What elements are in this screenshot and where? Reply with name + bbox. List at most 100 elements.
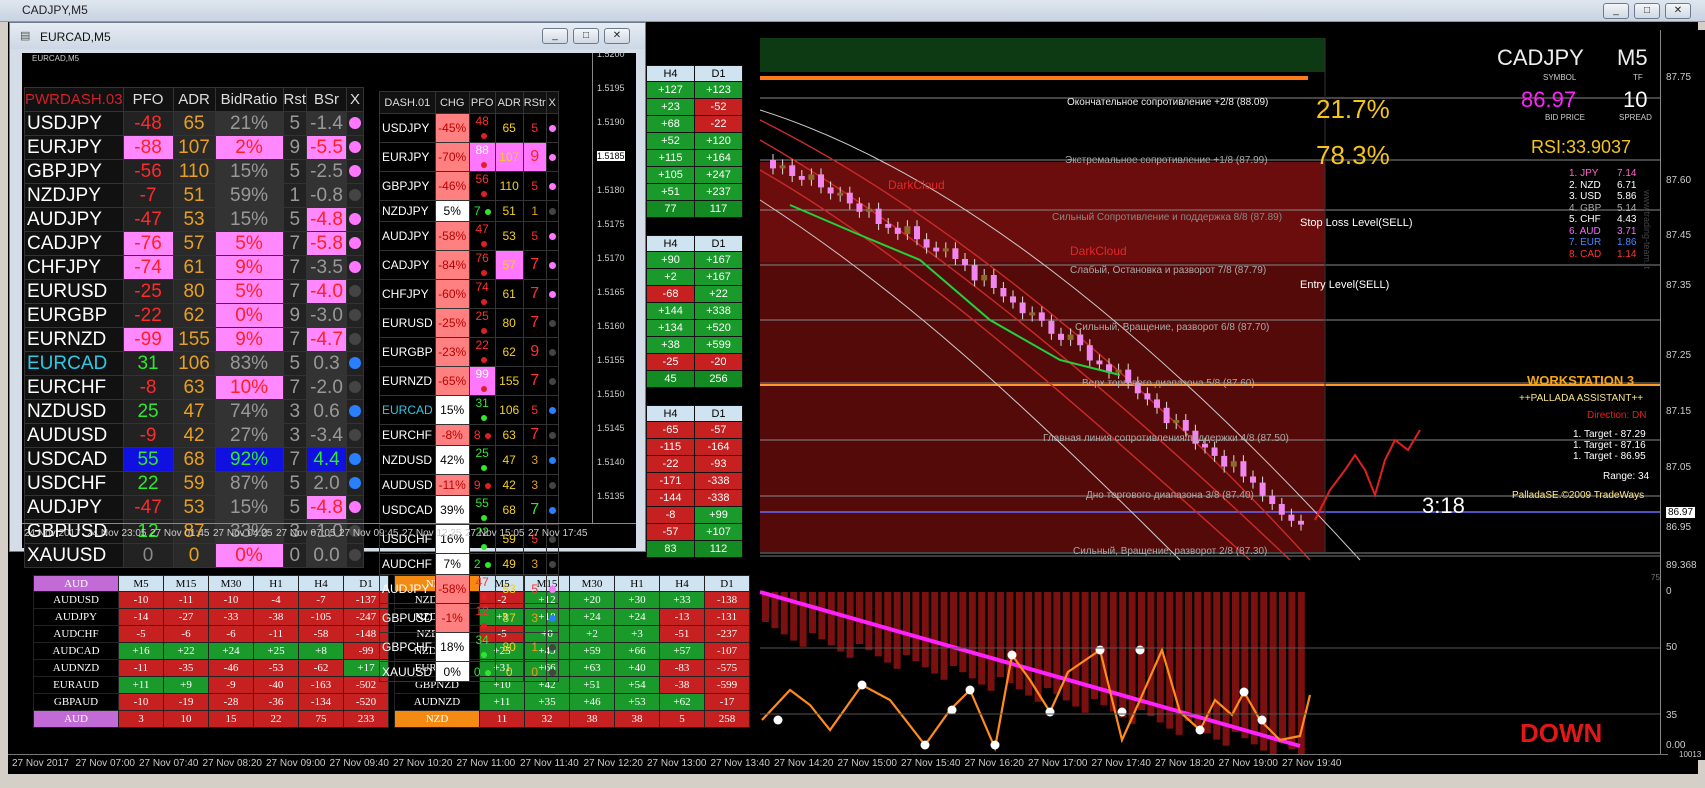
dash01-row: XAUUSD 0% 0 0 0 (379, 660, 559, 683)
strength-currency: JPY (1580, 168, 1599, 179)
pwrdash-cell: CADJPY (24, 231, 124, 256)
dash01-row: NZDJPY 5% 7 51 1 (379, 200, 559, 222)
overlay-time-tick: 27 Nov 12:25 (402, 528, 462, 539)
aud_table-footer-cell: 15 (208, 710, 254, 728)
dash01-dot-icon (481, 133, 488, 139)
dash01-status-cell (545, 307, 559, 338)
price-axis: 87.75 87.60 87.45 87.35 87.25 87.15 87.0… (1651, 30, 1705, 760)
dash01-cell: 55 (468, 494, 496, 525)
dash01-cell: 42 (494, 473, 524, 496)
dash01-cell: 7 (522, 249, 547, 280)
aud_table-cell: +25 (253, 642, 299, 660)
pwrdash-cell: 68 (172, 447, 216, 472)
dash01-dot-icon (484, 482, 491, 489)
time-tick-label: 27 Nov 09:40 (329, 758, 390, 769)
time-tick-label: 27 Nov 16:20 (964, 758, 1025, 769)
aud_table-cell: -9 (208, 676, 254, 694)
status-dot-cell (346, 303, 365, 328)
aud_table-cell: AUDJPY (33, 608, 119, 626)
mini-header-cell: H4 (646, 65, 695, 82)
mini-cell: 112 (694, 540, 743, 558)
pwrdash-header-cell[interactable]: X (346, 87, 365, 112)
symbol-name: CADJPY (1497, 45, 1584, 70)
pwrdash-cell: EURJPY (24, 135, 124, 160)
dash01-cell: -23% (434, 336, 470, 367)
mini-cell: -22 (694, 115, 743, 133)
time-tick-label: 27 Nov 15:40 (901, 758, 961, 769)
pwrdash-row: NZDUSD 25 47 74% 3 0.6 (24, 399, 365, 424)
pwrdash-cell: 9% (214, 255, 284, 280)
aud_table-cell: -5 (118, 625, 164, 643)
strength-rank: 7. (1569, 237, 1581, 248)
dash01-status-cell (545, 602, 559, 633)
aud_table-footer-cell: 75 (298, 710, 344, 728)
dash01-cell: 61 (494, 278, 524, 309)
aud_table-cell: -163 (298, 676, 344, 694)
pwrdash-row: EURCAD 31 106 83% 5 0.3 (24, 351, 365, 376)
pwrdash-header-cell: ADR (172, 87, 216, 112)
aud_table-cell: -11 (253, 625, 299, 643)
strength-row: 8. CAD 1.14 (1569, 249, 1649, 261)
pwrdash-cell: -2.0 (306, 375, 348, 400)
overlay-chart-area[interactable]: EURCAD,M5 PWRDASH.03 PFO ADR BidRatio Rst BSr… (22, 49, 636, 683)
dash01-cell: 25 (468, 307, 496, 338)
aud_table-cell: AUDCAD (33, 642, 119, 660)
pwrdash-cell: 61 (172, 255, 216, 280)
aud_table-cell: -38 (253, 608, 299, 626)
nzd_table-cell: -138 (704, 591, 750, 609)
pwrdash-row: GBPJPY -56 110 15% 5 -2.5 (24, 159, 365, 184)
pwrdash-cell: 3 (282, 399, 308, 424)
dash01-cell: 0 (494, 660, 524, 683)
overlay-minimize-button[interactable]: _ (542, 28, 568, 44)
overlay-symbol-caption: EURCAD,M5 (32, 54, 80, 63)
pwrdash-cell: 15% (214, 495, 284, 520)
overlay-time-tick: 27 Nov 07:05 (276, 528, 336, 539)
status-dot-icon (349, 188, 362, 201)
mini-cell: +247 (694, 166, 743, 184)
strength-rank: 3. (1569, 191, 1581, 202)
strength-currency: NZD (1580, 179, 1601, 191)
entry-level-label: Entry Level(SELL) (1300, 279, 1390, 291)
percent-bottom: 78.3% (1316, 140, 1390, 170)
overlay-titlebar[interactable]: ▤ EURCAD,M5 _ □ ✕ (10, 23, 645, 49)
aud_table-cell: -35 (163, 659, 209, 677)
pwrdash-cell: 5 (282, 159, 308, 184)
pwrdash-cell: 53 (172, 207, 216, 232)
status-dot-cell (346, 495, 365, 520)
dash01-header-cell[interactable]: X (545, 91, 559, 114)
pwrdash-cell: 55 (122, 447, 174, 472)
mini-cell: 83 (646, 540, 695, 558)
pwrdash-cell: EURGBP (24, 303, 124, 328)
aud_table-cell: EURAUD (33, 676, 119, 694)
nzd_table-cell: +20 (569, 591, 615, 609)
aud_table-header-cell: M30 (208, 575, 254, 592)
nzd_table-cell: +24 (614, 608, 660, 626)
workstation-label: WORKSTATION 3 (1527, 373, 1635, 388)
aud_table-cell: -46 (208, 659, 254, 677)
eurcad-chart-window[interactable]: ▤ EURCAD,M5 _ □ ✕ EURCAD,M5 PWRDASH.03 PF… (9, 22, 646, 683)
overlay-maximize-button[interactable]: □ (573, 28, 599, 44)
overlay-time-axis: 24 Nov 2017 24 Nov 23:05 27 Nov 01:45 27 No… (22, 523, 636, 548)
nzd_table-cell: -17 (704, 693, 750, 711)
pwrdash-cell: -1.4 (306, 111, 348, 136)
time-tick-label: 27 Nov 19:00 (1218, 758, 1279, 769)
pwrdash-row: USDCAD 55 68 92% 7 4.4 (24, 447, 365, 472)
aud_table-cell: -10 (118, 693, 164, 711)
overlay-close-button[interactable]: ✕ (604, 28, 630, 44)
level-label: Главная линия сопротивления/поддержки 4/… (1043, 433, 1289, 444)
mini-cell: +90 (646, 251, 695, 269)
status-dot-icon (349, 548, 362, 561)
status-dot-cell (346, 399, 365, 424)
dash01-dot-icon (481, 240, 488, 247)
mini-table: H4 D1 +127 +123 +23 -52 +68 -22 +52 +120 +115 +164 +… (646, 65, 743, 218)
mini-cell: +38 (646, 336, 695, 354)
dash01-row: EURNZD -65% 99 155 7 (379, 365, 559, 396)
dash01-status-icon (548, 506, 556, 514)
dash01-status-cell (545, 444, 559, 475)
dash01-cell: 80 (494, 307, 524, 338)
dash01-cell: EURNZD (379, 365, 436, 396)
pwrdash-cell: 53 (172, 495, 216, 520)
pwrdash-cell: 65 (172, 111, 216, 136)
dash01-cell: 5 (522, 171, 547, 201)
pwrdash-cell: -3.5 (306, 255, 348, 280)
